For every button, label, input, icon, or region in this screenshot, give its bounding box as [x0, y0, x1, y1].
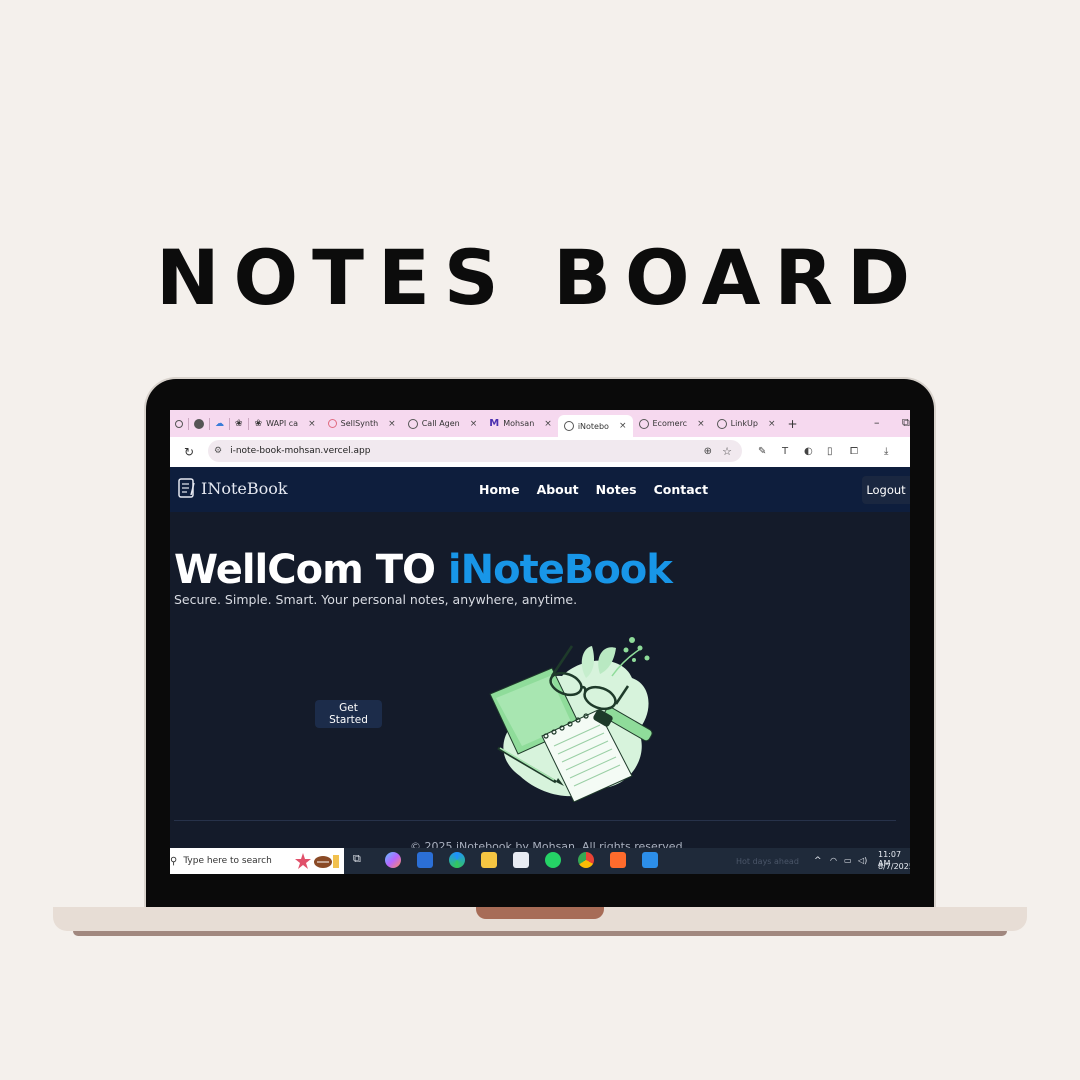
tab-label: WAPI ca	[266, 419, 299, 428]
app-icon[interactable]	[417, 852, 433, 868]
m-logo-icon: M	[489, 418, 500, 429]
tab-close-icon[interactable]: ×	[768, 419, 776, 429]
browser-tab[interactable]: M Mohsan ×	[483, 414, 558, 434]
taskbar-date[interactable]: 8/7/2025	[878, 862, 910, 871]
tab-close-icon[interactable]: ×	[697, 419, 705, 429]
globe-icon	[638, 418, 649, 429]
pinned-tab-icon	[175, 419, 183, 428]
tab-close-icon[interactable]: ×	[619, 421, 627, 431]
hero-title: WellCom TO iNoteBook	[174, 546, 673, 594]
browser-tab-strip: ☁ ❀ ❀ WAPI ca × SellSynth × Call Agen × …	[170, 410, 910, 437]
logout-button[interactable]: Logout	[862, 476, 910, 504]
openai-icon: ❀	[254, 418, 263, 429]
search-highlight-art-icon	[295, 853, 339, 869]
pinned-tab[interactable]	[170, 417, 189, 430]
laptop-notch	[476, 907, 604, 919]
eyedropper-icon[interactable]: ✎	[758, 446, 766, 457]
openai-icon: ❀	[235, 418, 243, 429]
taskbar-search[interactable]: ⚲ Type here to search	[170, 848, 344, 874]
get-started-button[interactable]: Get Started	[315, 700, 382, 728]
profile-icon	[194, 418, 204, 429]
site-navbar: INoteBook Home About Notes Contact Logou…	[170, 467, 910, 512]
zoom-icon[interactable]: ⊕	[704, 446, 712, 457]
page-headline: NOTES BOARD	[155, 233, 925, 322]
globe-icon	[716, 418, 727, 429]
brand-name: INoteBook	[201, 478, 288, 498]
laptop-foot	[73, 931, 1007, 936]
file-explorer-icon[interactable]	[481, 852, 497, 868]
tab-label: Mohsan	[503, 419, 535, 428]
browser-tab[interactable]: ❀ WAPI ca ×	[249, 414, 322, 434]
battery-icon[interactable]: ▭	[844, 856, 852, 865]
bookmark-star-icon[interactable]: ☆	[722, 445, 732, 458]
reload-icon[interactable]: ↻	[184, 445, 194, 459]
tab-label: iNotebo	[577, 421, 609, 431]
tab-label: LinkUp	[730, 419, 758, 428]
globe-icon	[407, 418, 418, 429]
tab-close-icon[interactable]: ×	[544, 419, 552, 429]
hero-subtitle: Secure. Simple. Smart. Your personal not…	[174, 592, 578, 607]
chrome-icon[interactable]	[578, 852, 594, 868]
pinned-tab[interactable]: ☁	[210, 417, 230, 430]
footer-divider	[174, 820, 896, 821]
tray-chevron-icon[interactable]: ^	[814, 856, 822, 866]
task-view-icon[interactable]: ⧉	[353, 852, 369, 868]
browser-toolbar: ↻ ⚙ i-note-book-mohsan.vercel.app ⊕ ☆ ✎ …	[170, 437, 910, 467]
site-settings-icon[interactable]: ⚙	[214, 446, 222, 456]
laptop-screen: ☁ ❀ ❀ WAPI ca × SellSynth × Call Agen × …	[170, 410, 910, 874]
taskbar-search-placeholder: Type here to search	[183, 856, 272, 866]
nav-home[interactable]: Home	[479, 482, 520, 497]
globe-icon	[563, 421, 574, 431]
notebook-illustration	[489, 637, 653, 802]
hero-title-main: WellCom TO	[174, 547, 448, 593]
app-icon[interactable]	[610, 852, 626, 868]
url-text[interactable]: i-note-book-mohsan.vercel.app	[230, 446, 370, 456]
browser-tab[interactable]: Ecomerc ×	[633, 414, 711, 434]
browser-tab-active[interactable]: iNotebo ×	[557, 415, 633, 437]
tab-label: Ecomerc	[652, 419, 688, 428]
cloud-icon: ☁	[215, 418, 224, 429]
search-icon: ⚲	[170, 855, 178, 867]
tab-close-icon[interactable]: ×	[388, 419, 396, 429]
windows-taskbar: ⚲ Type here to search ⧉ Hot days ahead ^…	[170, 848, 910, 874]
weather-widget[interactable]: Hot days ahead	[736, 857, 799, 866]
pinned-tab[interactable]	[189, 417, 210, 430]
extension-icon[interactable]: ◐	[804, 446, 813, 457]
copilot-icon[interactable]	[385, 852, 401, 868]
nav-notes[interactable]: Notes	[596, 482, 637, 497]
tab-close-icon[interactable]: ×	[470, 419, 478, 429]
nav-about[interactable]: About	[537, 482, 579, 497]
sellsynth-icon	[327, 419, 337, 428]
whatsapp-icon[interactable]	[545, 852, 561, 868]
store-icon[interactable]	[513, 852, 529, 868]
tab-label: Call Agen	[421, 419, 460, 428]
download-icon[interactable]: ⤓	[884, 446, 888, 457]
hero-title-accent: iNoteBook	[447, 547, 673, 593]
browser-tab[interactable]: SellSynth ×	[322, 414, 402, 434]
tab-close-icon[interactable]: ×	[308, 419, 316, 429]
address-bar[interactable]: ⚙ i-note-book-mohsan.vercel.app ⊕ ☆	[208, 440, 742, 462]
vscode-icon[interactable]	[642, 852, 658, 868]
sidebar-icon[interactable]: ▯	[827, 446, 833, 457]
puzzle-extensions-icon[interactable]: ⧠	[850, 446, 858, 457]
new-tab-button[interactable]: +	[788, 417, 798, 431]
site-brand[interactable]: INoteBook	[176, 477, 288, 499]
nav-contact[interactable]: Contact	[654, 482, 708, 497]
site-nav-links: Home About Notes Contact	[479, 482, 708, 497]
minimize-button[interactable]: –	[874, 416, 880, 429]
edge-browser-icon[interactable]	[449, 852, 465, 868]
browser-tab[interactable]: LinkUp ×	[711, 414, 782, 434]
notebook-logo-icon	[178, 478, 195, 498]
tab-label: SellSynth	[340, 419, 379, 428]
font-extension-icon[interactable]: T	[782, 446, 788, 457]
pinned-tab[interactable]: ❀	[230, 417, 249, 430]
wifi-icon[interactable]: ◠	[830, 856, 837, 865]
restore-button[interactable]: ⧉	[902, 416, 910, 430]
browser-tab[interactable]: Call Agen ×	[402, 414, 484, 434]
volume-icon[interactable]: ◁)	[858, 856, 867, 865]
